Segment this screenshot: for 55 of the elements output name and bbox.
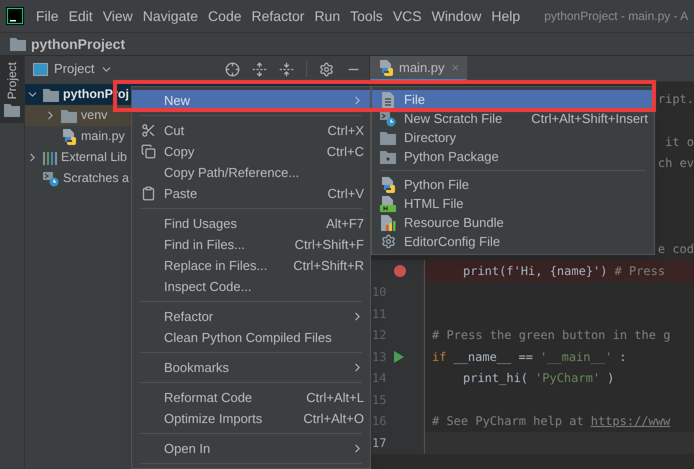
code-text: # See PyCharm help at (432, 413, 584, 430)
menu-item-label: HTML File (404, 194, 464, 213)
shortcut-label: Ctrl+Alt+O (303, 410, 364, 428)
window-title: pythonProject - main.py - A (544, 8, 688, 25)
menu-item-label: Copy Path/Reference... (164, 164, 300, 182)
code-text: ch ev (658, 155, 694, 172)
menu-item-label: Python File (404, 176, 470, 194)
code-text: # Press the green button in the g (432, 327, 670, 344)
menu-item-label: Open In (164, 440, 210, 458)
code-text: ) (607, 370, 614, 388)
menu-item-label: Copy (164, 142, 194, 161)
menu-item-label: Reformat Code (164, 388, 252, 407)
code-text: 'PyCharm' (535, 370, 600, 388)
menu-item-label: Replace in Files... (164, 256, 268, 275)
code-text: e cod (658, 241, 694, 258)
code-text: print(f'Hi, {name}') (463, 262, 608, 280)
menu-item-label: Bookmarks (164, 358, 230, 377)
shortcut-label: Ctrl+Shift+F (294, 236, 364, 254)
menu-item-label: Clean Python Compiled Files (164, 328, 332, 347)
menu-item-label: Refactor (164, 308, 214, 326)
shortcut-label: Ctrl+Alt+L (306, 388, 364, 407)
tree-item-label: venv (81, 107, 108, 124)
shortcut-label: Ctrl+Alt+Shift+Insert (531, 110, 648, 128)
shortcut-label: Ctrl+Shift+R (293, 256, 364, 275)
code-text: if (432, 348, 446, 366)
menu-item-label: Python Package (404, 148, 499, 166)
tree-item-label: Scratches a (63, 170, 130, 188)
menu-item-label: Cut (164, 122, 184, 140)
menu-item-label: Inspect Code... (164, 278, 252, 296)
code-text: it o (665, 134, 694, 151)
line-number: 17 (372, 434, 388, 452)
menu-item-label: Find Usages (164, 214, 237, 233)
menu-item-label: New Scratch File (404, 110, 502, 128)
tab-label: main.py (399, 58, 445, 77)
shortcut-label: Ctrl+X (328, 122, 364, 140)
code-text: ript. (658, 90, 694, 108)
shortcut-label: Ctrl+C (326, 142, 364, 161)
menu-item-label: Directory (404, 128, 456, 147)
tool-tab-label: Project (4, 62, 20, 100)
menu-item-label: EditorConfig File (404, 232, 500, 251)
shortcut-label: Alt+F7 (326, 214, 364, 233)
tree-item-label: main.py (81, 128, 125, 146)
menu-item-label: New (164, 92, 190, 110)
menu-item-label: File (404, 90, 425, 109)
code-text: : (619, 348, 626, 366)
code-text: __name__ == (453, 348, 533, 366)
menu-item-label: Optimize Imports (164, 410, 262, 428)
tree-item-label: External Lib (61, 149, 128, 166)
menu-item-label: Paste (164, 184, 198, 203)
code-text: print_hi( (463, 370, 528, 388)
code-text: # Press (614, 262, 666, 280)
code-text: '__main__' (540, 348, 612, 366)
menu-item-label: Resource Bundle (404, 214, 504, 232)
shortcut-label: Ctrl+V (328, 184, 364, 203)
menu-item-label: Find in Files... (164, 236, 245, 254)
